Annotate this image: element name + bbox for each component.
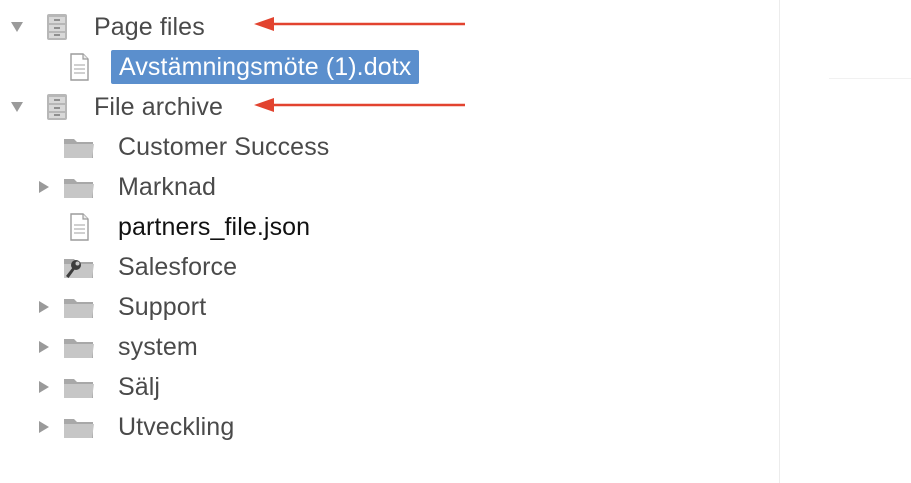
tree-node-customer-success[interactable]: Customer Success	[0, 130, 470, 164]
tree-node-label: system	[118, 333, 198, 361]
tree-node-label: Support	[118, 293, 207, 321]
document-icon	[62, 50, 96, 84]
folder-icon	[62, 130, 96, 164]
tree-node-system[interactable]: system	[0, 330, 470, 364]
tree-node-label: Marknad	[118, 173, 216, 201]
tree-node-marknad[interactable]: Marknad	[0, 170, 470, 204]
collapsed-triangle-icon[interactable]	[36, 379, 52, 395]
tree-node-label: Avstämningsmöte (1).dotx	[111, 50, 420, 84]
wrench-folder-icon	[62, 250, 96, 284]
cabinet-icon	[40, 90, 74, 124]
collapsed-triangle-icon[interactable]	[36, 419, 52, 435]
collapsed-triangle-icon[interactable]	[36, 339, 52, 355]
collapsed-triangle-icon[interactable]	[36, 299, 52, 315]
folder-icon	[62, 170, 96, 204]
file-tree: Page files Avstämningsmöte (1).dotx File…	[0, 0, 779, 483]
tree-node-label: Utveckling	[118, 413, 235, 441]
panel-divider	[779, 0, 780, 483]
expanded-triangle-icon[interactable]	[9, 99, 25, 115]
expanded-triangle-icon[interactable]	[9, 19, 25, 35]
tree-node-label: File archive	[94, 93, 224, 121]
folder-icon	[62, 410, 96, 444]
tree-node-utveckling[interactable]: Utveckling	[0, 410, 470, 444]
folder-icon	[62, 290, 96, 324]
folder-icon	[62, 370, 96, 404]
file-tree-panel: Page files Avstämningsmöte (1).dotx File…	[0, 0, 911, 483]
collapsed-triangle-icon[interactable]	[36, 179, 52, 195]
tree-node-salj[interactable]: Sälj	[0, 370, 470, 404]
tree-node-partners-file[interactable]: partners_file.json	[0, 210, 470, 244]
tree-node-label: Customer Success	[118, 133, 330, 161]
annotation-arrow-icon	[254, 98, 465, 112]
folder-icon	[62, 330, 96, 364]
tree-node-label: Page files	[94, 13, 205, 41]
tree-node-label: Salesforce	[118, 253, 238, 281]
cabinet-icon	[40, 10, 74, 44]
tree-node-page-file[interactable]: Avstämningsmöte (1).dotx	[0, 50, 470, 84]
tree-node-label: Sälj	[118, 373, 161, 401]
panel-header-divider	[829, 78, 911, 79]
document-icon	[62, 210, 96, 244]
tree-node-support[interactable]: Support	[0, 290, 470, 324]
annotation-arrow-icon	[254, 17, 465, 31]
tree-node-label: partners_file.json	[118, 213, 311, 241]
tree-node-salesforce[interactable]: Salesforce	[0, 250, 470, 284]
